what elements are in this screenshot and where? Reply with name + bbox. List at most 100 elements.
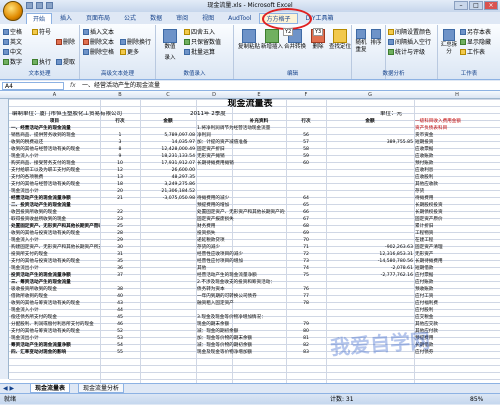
line-no[interactable]: 43 — [100, 300, 140, 307]
zoom-level[interactable]: 85% — [470, 394, 483, 405]
supplement-line-no[interactable]: 70 — [286, 237, 326, 244]
row-header[interactable] — [0, 106, 9, 113]
item-label[interactable]: 支付给职工以及为职工支付的现金 — [11, 167, 100, 174]
tab-4[interactable]: 数据 — [144, 13, 168, 24]
side-link[interactable]: 应收账款 — [415, 153, 500, 160]
line-no[interactable]: 29 — [100, 237, 140, 244]
line-no[interactable]: 36 — [100, 265, 140, 272]
supplement-label[interactable]: 现金及现金等价物净增加额 — [197, 349, 285, 356]
side-link[interactable]: 短期借款 — [415, 265, 500, 272]
btn-space[interactable]: 空格 — [10, 27, 22, 36]
line-no[interactable]: 40 — [100, 293, 140, 300]
supplement-line-no[interactable]: 79 — [286, 321, 326, 328]
tab-5[interactable]: 审阅 — [170, 13, 194, 24]
header-cell[interactable]: 项目 — [9, 118, 100, 125]
side-link[interactable]: 固定资产清理 — [415, 244, 500, 251]
btn-delete-text[interactable]: 删除文本 — [90, 37, 114, 46]
tab-6[interactable]: 视图 — [196, 13, 220, 24]
side-link[interactable]: 应交税金 — [415, 314, 500, 321]
supplement-amount[interactable]: 389,755.85 — [326, 139, 413, 146]
supplement-line-no[interactable]: 66 — [286, 209, 326, 216]
row-header[interactable] — [0, 218, 9, 225]
side-link[interactable]: 货币资金 — [415, 132, 500, 139]
supplement-amount[interactable]: -14,580,780.56 — [326, 258, 413, 265]
line-no[interactable]: 30 — [100, 244, 140, 251]
btn-chinese[interactable]: 中文 — [10, 47, 22, 56]
supplement-line-no[interactable]: 82 — [286, 342, 326, 349]
row-header[interactable] — [0, 155, 9, 162]
side-link[interactable]: 应付福利费 — [415, 300, 500, 307]
row-header[interactable] — [0, 162, 9, 169]
supplement-line-no[interactable]: 71 — [286, 244, 326, 251]
row-header[interactable] — [0, 197, 9, 204]
item-label[interactable]: 支付的其他与投资活动有关的现金 — [11, 258, 100, 265]
amount[interactable]: 5,789,097.08 — [140, 132, 195, 139]
supplement-label[interactable]: 长期待摊费用摊销 — [197, 160, 285, 167]
row-header[interactable] — [0, 169, 9, 176]
side-link[interactable]: 应收利息 — [415, 167, 500, 174]
item-label[interactable]: 收到的其他与经营活动有关的现金 — [11, 146, 100, 153]
btn-stats[interactable]: 统计与评级 — [395, 47, 425, 56]
line-no[interactable]: 46 — [100, 321, 140, 328]
tab-7[interactable]: AudTool — [222, 13, 257, 24]
column-header[interactable]: H — [414, 91, 500, 99]
item-label[interactable]: 四、汇率变动对现金的影响 — [11, 349, 100, 356]
side-link[interactable]: 在建工程 — [415, 237, 500, 244]
line-no[interactable]: 12 — [100, 167, 140, 174]
item-label[interactable]: 二、投资活动产生的现金流量 — [11, 202, 100, 209]
name-box[interactable]: A4 — [2, 82, 64, 90]
supplement-line-no[interactable]: 83 — [286, 349, 326, 356]
save-icon[interactable] — [26, 2, 33, 9]
row-header[interactable] — [0, 127, 9, 134]
supplement-label[interactable]: 无形资产摊销 — [197, 153, 285, 160]
item-label[interactable]: 现金流入小计 — [11, 307, 100, 314]
supplement-label[interactable]: 现金的期末余额 — [197, 321, 285, 328]
amount[interactable]: 18,231,133.54 — [140, 153, 195, 160]
supplement-line-no[interactable]: 76 — [286, 286, 326, 293]
item-label[interactable]: 取得投资收益所收到的现金 — [11, 216, 100, 223]
close-button[interactable]: × — [484, 1, 498, 10]
supplement-line-no[interactable]: 81 — [286, 335, 326, 342]
side-link[interactable]: 应付账款 — [415, 279, 500, 286]
item-label[interactable]: 支付的其他与经营活动有关的现金 — [11, 181, 100, 188]
row-header[interactable] — [0, 281, 9, 288]
row-header[interactable] — [0, 232, 9, 239]
supplement-label[interactable]: 加：现金等价物的期末余额 — [197, 335, 285, 342]
supplement-amount[interactable]: -2,078.61 — [326, 265, 413, 272]
supplement-label[interactable]: 3.现金及现金等价物净增加情况： — [197, 314, 285, 321]
fx-icon[interactable]: fx — [70, 81, 76, 91]
btn-delete[interactable]: 删除 — [63, 37, 75, 46]
formula-input[interactable]: 一、经营活动产生的现金流量 — [82, 81, 160, 91]
item-label[interactable]: 收回投资所收到的现金 — [11, 209, 100, 216]
sheet-title[interactable]: 现金流量表 — [150, 99, 350, 110]
report-period[interactable]: 2011年 2季度 — [190, 111, 270, 118]
item-label[interactable]: 偿还债务所支付的现金 — [11, 314, 100, 321]
row-header[interactable] — [0, 337, 9, 344]
row-header[interactable] — [0, 344, 9, 351]
supplement-label[interactable]: 经营性应付项目的增加 — [197, 258, 285, 265]
line-no[interactable]: 18 — [100, 181, 140, 188]
line-no[interactable]: 55 — [100, 349, 140, 356]
item-label[interactable]: 分配股利、利润或偿付利息所支付的现金 — [11, 321, 100, 328]
supplement-label[interactable]: 递延税款贷项 — [197, 237, 285, 244]
btn-batch-calc[interactable]: 批量运算 — [191, 47, 215, 56]
supplement-label[interactable]: 债务转为资本 — [197, 286, 285, 293]
supplement-label[interactable]: 经营性应收项目的减少 — [197, 251, 285, 258]
row-header[interactable] — [0, 211, 9, 218]
line-no[interactable]: 38 — [100, 286, 140, 293]
supplement-label[interactable]: 减：现金的期初余额 — [197, 328, 285, 335]
row-header[interactable] — [0, 253, 9, 260]
amount[interactable]: 3,249,275.86 — [140, 181, 195, 188]
supplement-line-no[interactable]: 56 — [286, 132, 326, 139]
line-no[interactable]: 20 — [100, 188, 140, 195]
header-cell[interactable]: 金额 — [326, 118, 414, 125]
row-header[interactable] — [0, 113, 9, 120]
supplement-line-no[interactable]: 69 — [286, 230, 326, 237]
item-label[interactable]: 收到的其他与筹资活动有关的现金 — [11, 300, 100, 307]
supplement-label[interactable]: 其他 — [197, 265, 285, 272]
line-no[interactable]: 10 — [100, 160, 140, 167]
side-link[interactable]: 应收股利 — [415, 174, 500, 181]
row-header[interactable] — [0, 365, 9, 372]
item-label[interactable]: 购建固定资产、无形资产和其他长期资产所支付的现金 — [11, 244, 100, 251]
minimize-button[interactable]: – — [454, 1, 468, 10]
